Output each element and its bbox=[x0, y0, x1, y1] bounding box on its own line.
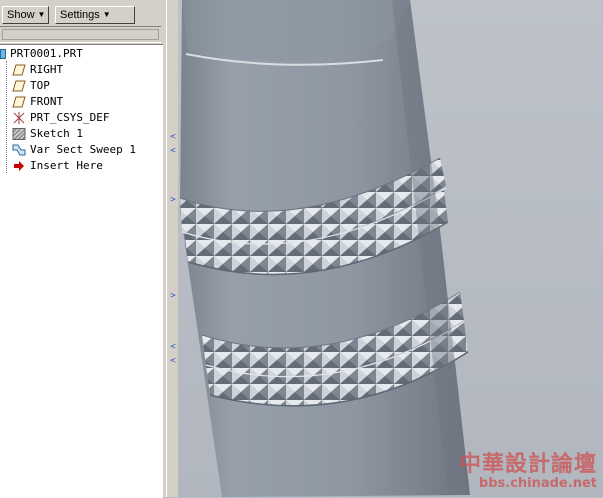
show-menu-button[interactable]: Show ▼ bbox=[2, 6, 49, 24]
tree-item-label: PRT0001.PRT bbox=[10, 47, 83, 60]
collapse-arrow-icon[interactable]: < bbox=[169, 357, 177, 366]
tree-item-label: FRONT bbox=[30, 95, 64, 108]
graphics-viewport[interactable]: 中華設計論壇 bbs.chinade.net bbox=[178, 0, 603, 497]
tree-item-top[interactable]: TOP bbox=[0, 78, 160, 94]
expand-arrow-icon[interactable]: > bbox=[169, 292, 177, 301]
collapse-arrow-icon[interactable]: < bbox=[169, 133, 177, 142]
tree-filter-bar[interactable] bbox=[0, 26, 161, 43]
tree-item-sketch[interactable]: Sketch 1 bbox=[0, 126, 160, 142]
settings-menu-button[interactable]: Settings ▼ bbox=[55, 6, 135, 24]
tree-item-var-sect-sweep[interactable]: Var Sect Sweep 1 bbox=[0, 142, 160, 158]
model-tree-toolbar: Show ▼ Settings ▼ bbox=[0, 0, 166, 24]
chevron-down-icon: ▼ bbox=[102, 10, 111, 19]
model-tree: PRT0001.PRT RIGHT TOP FRONT PRT_CSYS_DEF bbox=[0, 44, 163, 498]
3d-part-model bbox=[178, 0, 603, 497]
watermark-chinese-text: 中華設計論壇 bbox=[458, 452, 597, 477]
tree-item-right[interactable]: RIGHT bbox=[0, 62, 160, 78]
sketch-icon bbox=[12, 128, 26, 140]
tree-item-label: PRT_CSYS_DEF bbox=[30, 111, 110, 124]
tree-item-front[interactable]: FRONT bbox=[0, 94, 160, 110]
tree-item-label: Var Sect Sweep 1 bbox=[30, 143, 136, 156]
watermark-url: bbs.chinade.net bbox=[478, 476, 597, 491]
tree-item-insert-here[interactable]: Insert Here bbox=[0, 158, 160, 174]
sweep-icon bbox=[12, 144, 26, 156]
tree-item-label: Sketch 1 bbox=[30, 127, 83, 140]
datum-plane-icon bbox=[12, 64, 26, 76]
tree-item-csys[interactable]: PRT_CSYS_DEF bbox=[0, 110, 160, 126]
watermark: 中華設計論壇 bbs.chinade.net bbox=[459, 453, 597, 491]
tree-item-label: TOP bbox=[30, 79, 50, 92]
collapse-arrow-icon[interactable]: < bbox=[169, 147, 177, 156]
settings-menu-label: Settings bbox=[60, 9, 100, 21]
insert-arrow-icon bbox=[14, 161, 24, 171]
tree-item-label: RIGHT bbox=[30, 63, 64, 76]
tree-item-label: Insert Here bbox=[30, 159, 103, 172]
coordinate-system-icon bbox=[13, 112, 25, 124]
datum-plane-icon bbox=[12, 96, 26, 108]
part-icon bbox=[0, 49, 6, 59]
model-tree-panel: Show ▼ Settings ▼ PRT0001.PRT RIGHT TOP FR… bbox=[0, 0, 167, 498]
datum-plane-icon bbox=[12, 80, 26, 92]
chevron-down-icon: ▼ bbox=[37, 10, 46, 19]
expand-arrow-icon[interactable]: > bbox=[169, 196, 177, 205]
show-menu-label: Show bbox=[7, 9, 35, 21]
collapse-arrow-icon[interactable]: < bbox=[169, 343, 177, 352]
